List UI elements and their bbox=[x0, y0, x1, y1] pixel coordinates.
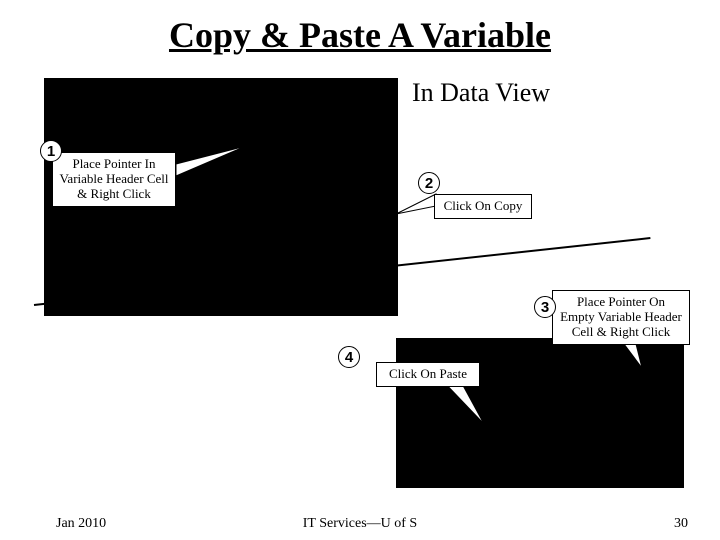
footer-org: IT Services—U of S bbox=[0, 516, 720, 532]
callout-step-1: Place Pointer In Variable Header Cell & … bbox=[52, 152, 176, 207]
step-number-2: 2 bbox=[418, 172, 440, 194]
step-number-4: 4 bbox=[338, 346, 360, 368]
callout-pointer-1 bbox=[176, 146, 246, 176]
step-number-1: 1 bbox=[40, 140, 62, 162]
slide-number: 30 bbox=[674, 516, 688, 532]
slide-subtitle: In Data View bbox=[412, 78, 550, 108]
step-number-3: 3 bbox=[534, 296, 556, 318]
slide-title: Copy & Paste A Variable bbox=[0, 14, 720, 56]
callout-step-3: Place Pointer On Empty Variable Header C… bbox=[552, 290, 690, 345]
callout-step-4: Click On Paste bbox=[376, 362, 480, 387]
callout-step-2: Click On Copy bbox=[434, 194, 532, 219]
